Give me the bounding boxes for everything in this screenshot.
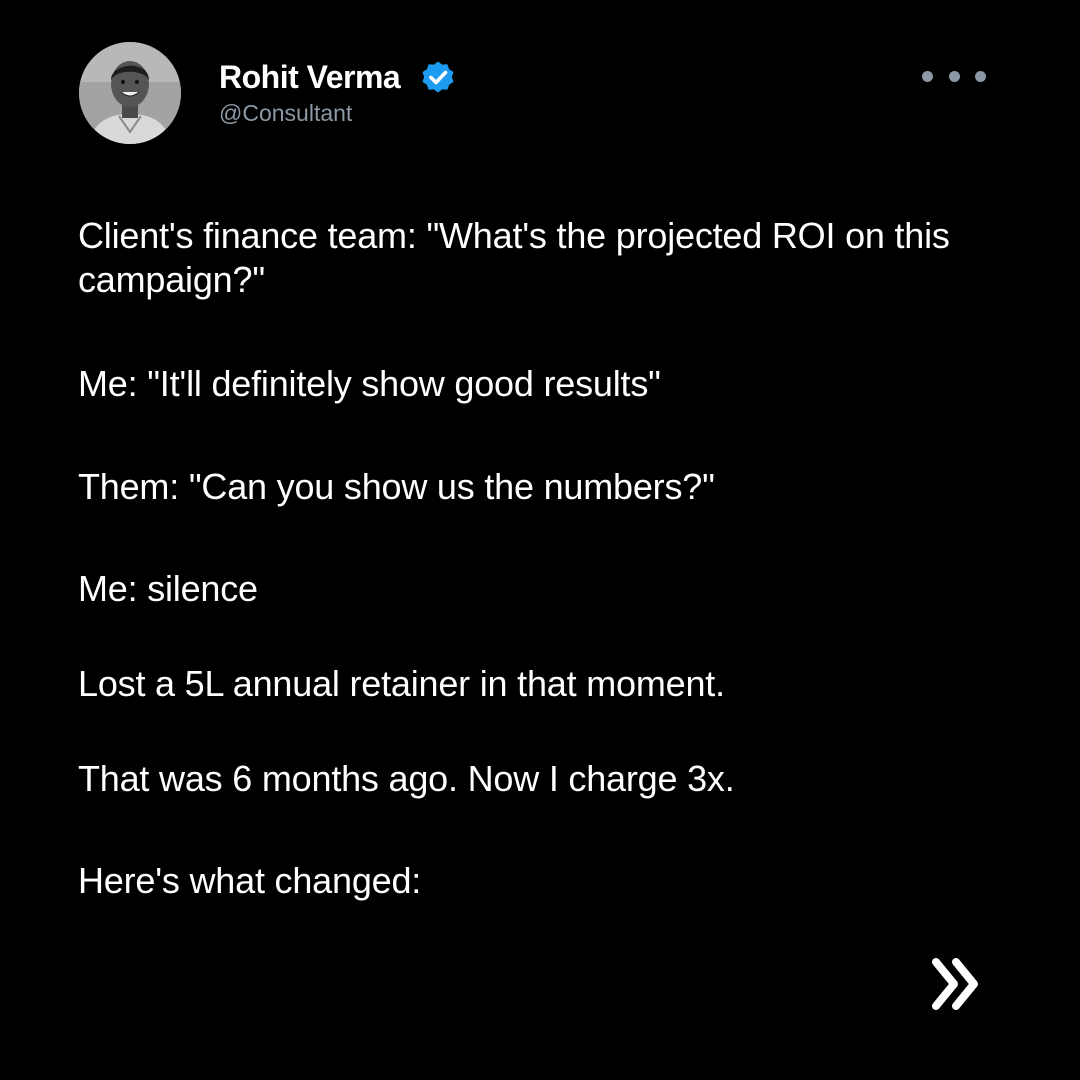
avatar[interactable] xyxy=(79,42,181,144)
author-name-text[interactable]: Rohit Verma xyxy=(219,59,401,96)
post-paragraph: Client's finance team: "What's the proje… xyxy=(78,215,960,300)
more-options-icon xyxy=(948,70,960,82)
author-name[interactable]: Rohit Verma xyxy=(219,58,456,96)
more-options-button[interactable] xyxy=(922,62,986,90)
post-paragraph: Here's what changed: xyxy=(78,860,422,901)
post-paragraph: Lost a 5L annual retainer in that moment… xyxy=(78,663,725,704)
profile-photo xyxy=(79,42,181,144)
post-paragraph: That was 6 months ago. Now I charge 3x. xyxy=(78,758,735,799)
post-paragraph: Me: silence xyxy=(78,568,258,609)
author-handle[interactable]: @Consultant xyxy=(219,100,352,127)
double-chevron-right-icon xyxy=(932,958,978,1010)
next-slide-button[interactable] xyxy=(924,954,986,1014)
post-card: Rohit Verma @Consultant Client's finance… xyxy=(0,0,1080,1080)
verified-badge-icon xyxy=(420,60,456,96)
post-paragraph: Me: "It'll definitely show good results" xyxy=(78,363,661,404)
more-options-icon xyxy=(922,70,933,82)
post-paragraph: Them: "Can you show us the numbers?" xyxy=(78,466,715,507)
more-options-icon xyxy=(975,70,986,82)
